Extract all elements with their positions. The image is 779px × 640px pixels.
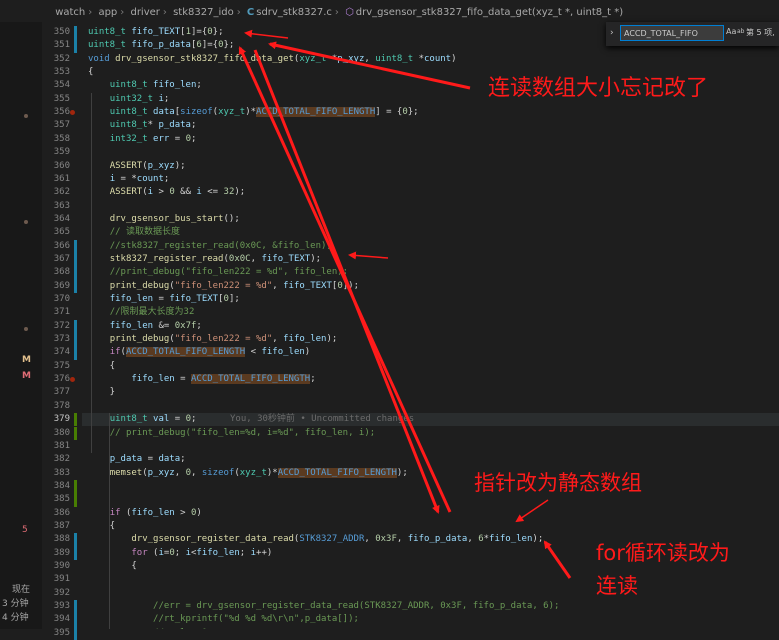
arrow-to-line-367	[348, 251, 389, 260]
arrow-to-line-350	[244, 29, 289, 39]
annotation-array-size: 连读数组大小忘记改了	[488, 76, 709, 101]
arrow-long-up	[238, 46, 452, 513]
arrow-to-line-351	[268, 41, 471, 90]
arrow-to-loop	[543, 540, 572, 579]
arrow-to-line-388	[515, 499, 549, 523]
annotation-loop-line2: 连读	[596, 574, 638, 598]
annotation-static-array: 指针改为静态数组	[474, 471, 642, 495]
annotation-loop-line1: for循环读改为	[596, 541, 730, 565]
